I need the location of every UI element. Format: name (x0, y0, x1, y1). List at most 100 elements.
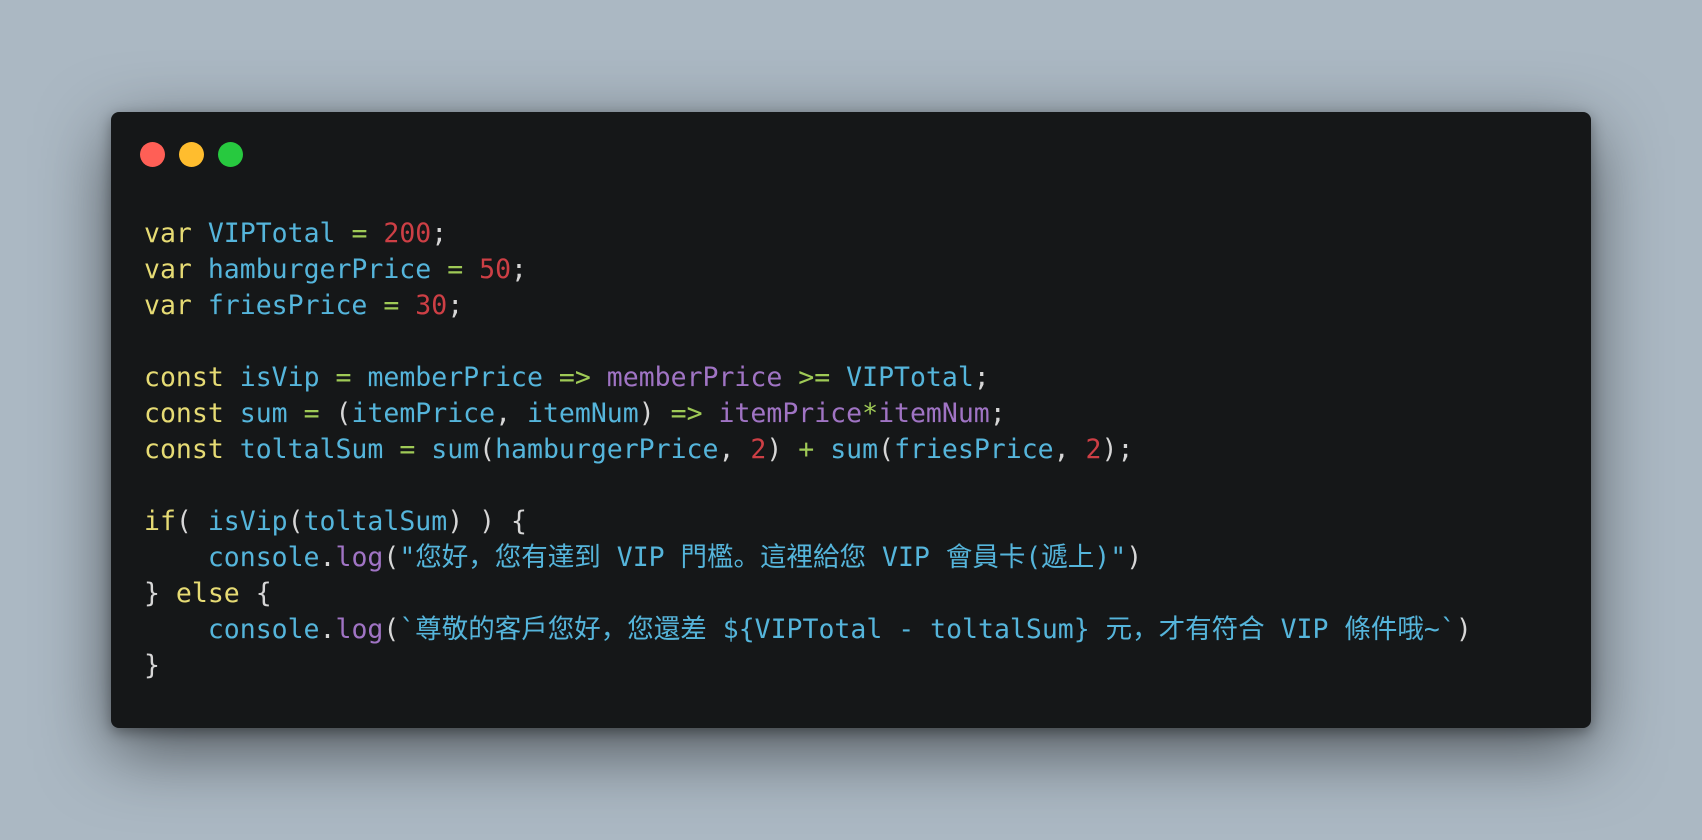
code-token: } (144, 578, 176, 609)
code-token: var (144, 254, 192, 285)
code-token: = (383, 290, 400, 321)
code-token: => (670, 398, 703, 429)
code-token: itemNum (527, 398, 639, 429)
code-token: = (303, 398, 320, 429)
code-token: ( (319, 398, 352, 429)
code-line: const isVip = memberPrice => memberPrice… (144, 360, 1472, 396)
code-token: = (399, 434, 416, 465)
code-token: ; (989, 398, 1006, 429)
code-token: "您好，您有達到 VIP 門檻。這裡給您 VIP 會員卡(遞上)" (399, 542, 1127, 573)
code-token: ) (766, 434, 799, 465)
code-token: ( (175, 506, 208, 537)
code-token: ) (638, 398, 671, 429)
code-token: var (144, 218, 192, 249)
code-token: VIPTotal (207, 218, 336, 249)
code-token: ; (511, 254, 528, 285)
code-token: = (447, 254, 464, 285)
code-token: isVip (207, 506, 288, 537)
code-token: ; (431, 218, 448, 249)
close-button[interactable] (140, 142, 165, 167)
code-token: 2 (750, 434, 767, 465)
code-token: = (335, 362, 352, 393)
code-token: { (239, 578, 272, 609)
code-token: toltalSum (303, 506, 448, 537)
code-token: if (144, 506, 176, 537)
code-token: * (862, 398, 879, 429)
code-line: if( isVip(toltalSum) ) { (144, 504, 1472, 540)
code-line: var VIPTotal = 200; (144, 216, 1472, 252)
code-token: ( (287, 506, 304, 537)
code-token: ( (383, 542, 400, 573)
code-line: const toltalSum = sum(hamburgerPrice, 2)… (144, 432, 1472, 468)
code-token: friesPrice (894, 434, 1054, 465)
code-line: console.log(`尊敬的客戶您好，您還差 ${VIPTotal - to… (144, 612, 1472, 648)
code-line: console.log("您好，您有達到 VIP 門檻。這裡給您 VIP 會員卡… (144, 540, 1472, 576)
code-token: >= (798, 362, 831, 393)
code-token: , (1053, 434, 1086, 465)
code-token: sum (239, 398, 288, 429)
code-token: memberPrice (367, 362, 543, 393)
code-token: ); (1101, 434, 1134, 465)
minimize-button[interactable] (179, 142, 204, 167)
code-token: toltalSum (239, 434, 384, 465)
code-token: , (495, 398, 527, 429)
code-token: const (144, 362, 224, 393)
window-controls (140, 142, 243, 168)
code-line: var hamburgerPrice = 50; (144, 252, 1472, 288)
code-token: hamburgerPrice (495, 434, 719, 465)
code-token: log (335, 542, 384, 573)
code-token: friesPrice (207, 290, 368, 321)
code-token: log (335, 614, 384, 645)
code-token: const (144, 434, 224, 465)
code-token: 2 (1085, 434, 1102, 465)
code-token: console (207, 542, 320, 573)
code-token: hamburgerPrice (207, 254, 432, 285)
code-token: ) ) { (447, 506, 527, 537)
code-token: isVip (239, 362, 320, 393)
code-token: itemNum (878, 398, 990, 429)
code-token: + (798, 434, 815, 465)
code-line: } (144, 648, 1472, 684)
code-token: 200 (383, 218, 432, 249)
code-token: . (319, 614, 336, 645)
code-token: const (144, 398, 224, 429)
code-token: ( (878, 434, 895, 465)
code-token: ; (973, 362, 990, 393)
code-token: memberPrice (606, 362, 783, 393)
code-line: var friesPrice = 30; (144, 288, 1472, 324)
code-line: const sum = (itemPrice, itemNum) => item… (144, 396, 1472, 432)
code-token: ) (1126, 542, 1143, 573)
code-token: var (144, 290, 192, 321)
code-token: . (319, 542, 336, 573)
code-token: itemPrice (351, 398, 496, 429)
code-token: sum (830, 434, 879, 465)
code-token: sum (431, 434, 480, 465)
maximize-button[interactable] (218, 142, 243, 167)
code-window: var VIPTotal = 200; var hamburgerPrice = … (111, 112, 1591, 728)
code-token: ( (383, 614, 400, 645)
